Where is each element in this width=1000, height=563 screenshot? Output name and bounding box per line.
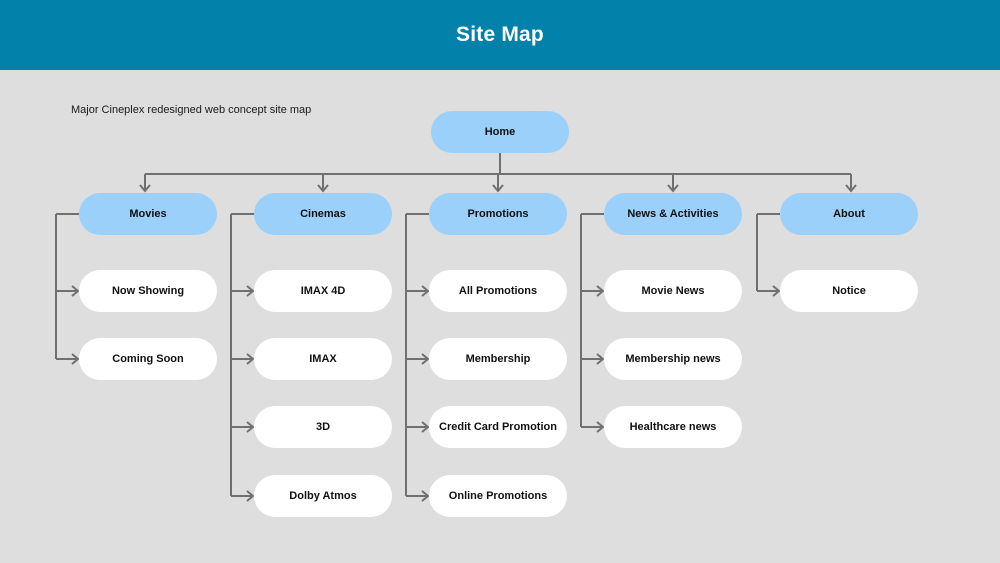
node-page[interactable]: Membership [429,338,567,380]
node-label: Membership [465,352,531,365]
node-page[interactable]: All Promotions [429,270,567,312]
node-label: Coming Soon [112,352,184,365]
node-page[interactable]: 3D [254,406,392,448]
node-home[interactable]: Home [431,111,569,153]
node-category[interactable]: Movies [79,193,217,235]
node-label: News & Activities [627,207,719,220]
node-label: 3D [315,420,331,433]
node-label: Healthcare news [629,420,717,433]
node-category[interactable]: News & Activities [604,193,742,235]
node-label: IMAX 4D [300,284,346,297]
node-page[interactable]: Membership news [604,338,742,380]
node-label: Now Showing [111,284,185,297]
node-page[interactable]: IMAX 4D [254,270,392,312]
node-label: Promotions [467,207,529,220]
node-label: Membership news [625,352,721,365]
node-label: IMAX [309,352,337,365]
node-page[interactable]: Online Promotions [429,475,567,517]
node-category[interactable]: Cinemas [254,193,392,235]
node-page[interactable]: Coming Soon [79,338,217,380]
node-page[interactable]: IMAX [254,338,392,380]
node-label: Movie News [641,284,705,297]
node-label: Credit Card Promotion [439,420,557,433]
node-label: All Promotions [458,284,538,297]
node-label: Home [484,125,516,138]
node-page[interactable]: Now Showing [79,270,217,312]
node-label: About [833,207,865,220]
node-page[interactable]: Movie News [604,270,742,312]
node-page[interactable]: Credit Card Promotion [429,406,567,448]
node-label: Cinemas [300,207,346,220]
node-page[interactable]: Healthcare news [604,406,742,448]
node-page[interactable]: Notice [780,270,918,312]
node-label: Online Promotions [448,489,548,502]
node-category[interactable]: About [780,193,918,235]
node-label: Notice [832,284,866,297]
node-label: Movies [129,207,167,220]
node-label: Dolby Atmos [289,489,357,502]
node-category[interactable]: Promotions [429,193,567,235]
node-page[interactable]: Dolby Atmos [254,475,392,517]
